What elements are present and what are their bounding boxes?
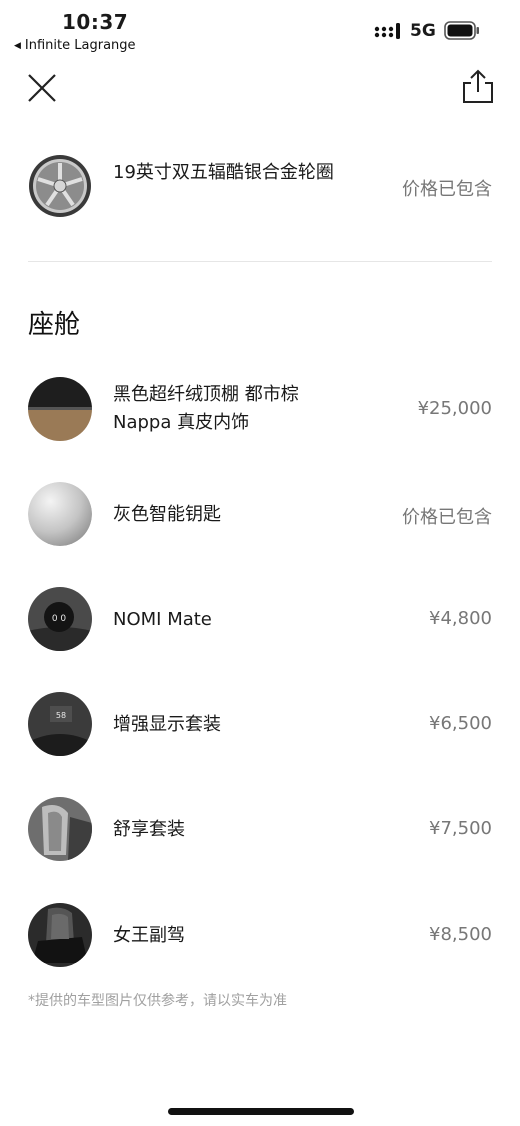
back-to-app-link[interactable]: ◀ Infinite Lagrange xyxy=(14,38,136,53)
back-app-label: Infinite Lagrange xyxy=(24,38,136,53)
wheel-icon xyxy=(29,155,91,217)
nomi-thumbnail: 0 0 xyxy=(28,587,92,651)
cabin-item-price: ¥25,000 xyxy=(417,398,492,419)
battery-icon xyxy=(444,21,479,40)
passenger-seat-icon xyxy=(28,903,92,967)
cabin-item-label: 舒享套装 xyxy=(113,819,185,840)
status-bar: 10:37 ◀ Infinite Lagrange 5G xyxy=(0,0,520,58)
wheel-label: 19英寸双五辐酷银合金轮圈 xyxy=(113,162,334,183)
cabin-item-label: 灰色智能钥匙 xyxy=(113,504,221,525)
cabin-item-label: 女王副驾 xyxy=(113,925,185,946)
close-icon[interactable] xyxy=(24,70,60,106)
cabin-section-title: 座舱 xyxy=(28,310,81,340)
comfort-thumbnail xyxy=(28,797,92,861)
cabin-item-price: 价格已包含 xyxy=(402,507,492,528)
config-summary-page: 10:37 ◀ Infinite Lagrange 5G 19英寸双五辐酷银合金… xyxy=(0,0,520,1126)
hud-thumbnail: 58 xyxy=(28,692,92,756)
smart-key-icon xyxy=(28,482,92,546)
cabin-item-label: NOMI Mate xyxy=(113,609,212,630)
wheel-thumbnail xyxy=(28,154,92,218)
home-indicator[interactable] xyxy=(168,1108,354,1115)
hud-speed-text: 58 xyxy=(56,711,66,720)
share-icon[interactable] xyxy=(460,68,496,106)
section-divider xyxy=(28,261,492,262)
nomi-eyes-text: 0 0 xyxy=(52,614,67,624)
hud-display-icon: 58 xyxy=(28,692,92,756)
cabin-item-price: ¥8,500 xyxy=(429,924,492,945)
network-type: 5G xyxy=(410,21,436,41)
cabin-item-price: ¥4,800 xyxy=(429,608,492,629)
cabin-item-label: 黑色超纤绒顶棚 都市棕 Nappa 真皮内饰 xyxy=(113,384,299,433)
queen-seat-thumbnail xyxy=(28,903,92,967)
interior-thumbnail xyxy=(28,377,92,441)
disclaimer-footnote: *提供的车型图片仅供参考，请以实车为准 xyxy=(28,993,287,1009)
nomi-mate-icon: 0 0 xyxy=(28,587,92,651)
cabin-item-label: 增强显示套装 xyxy=(113,714,221,735)
status-time: 10:37 xyxy=(62,10,129,34)
cabin-item-price: ¥6,500 xyxy=(429,713,492,734)
key-thumbnail xyxy=(28,482,92,546)
interior-swatch-icon xyxy=(28,377,92,441)
seat-icon xyxy=(28,797,92,861)
signal-icon xyxy=(374,23,400,39)
back-triangle-icon: ◀ xyxy=(14,40,21,51)
wheel-price: 价格已包含 xyxy=(402,179,492,200)
cabin-item-price: ¥7,500 xyxy=(429,818,492,839)
